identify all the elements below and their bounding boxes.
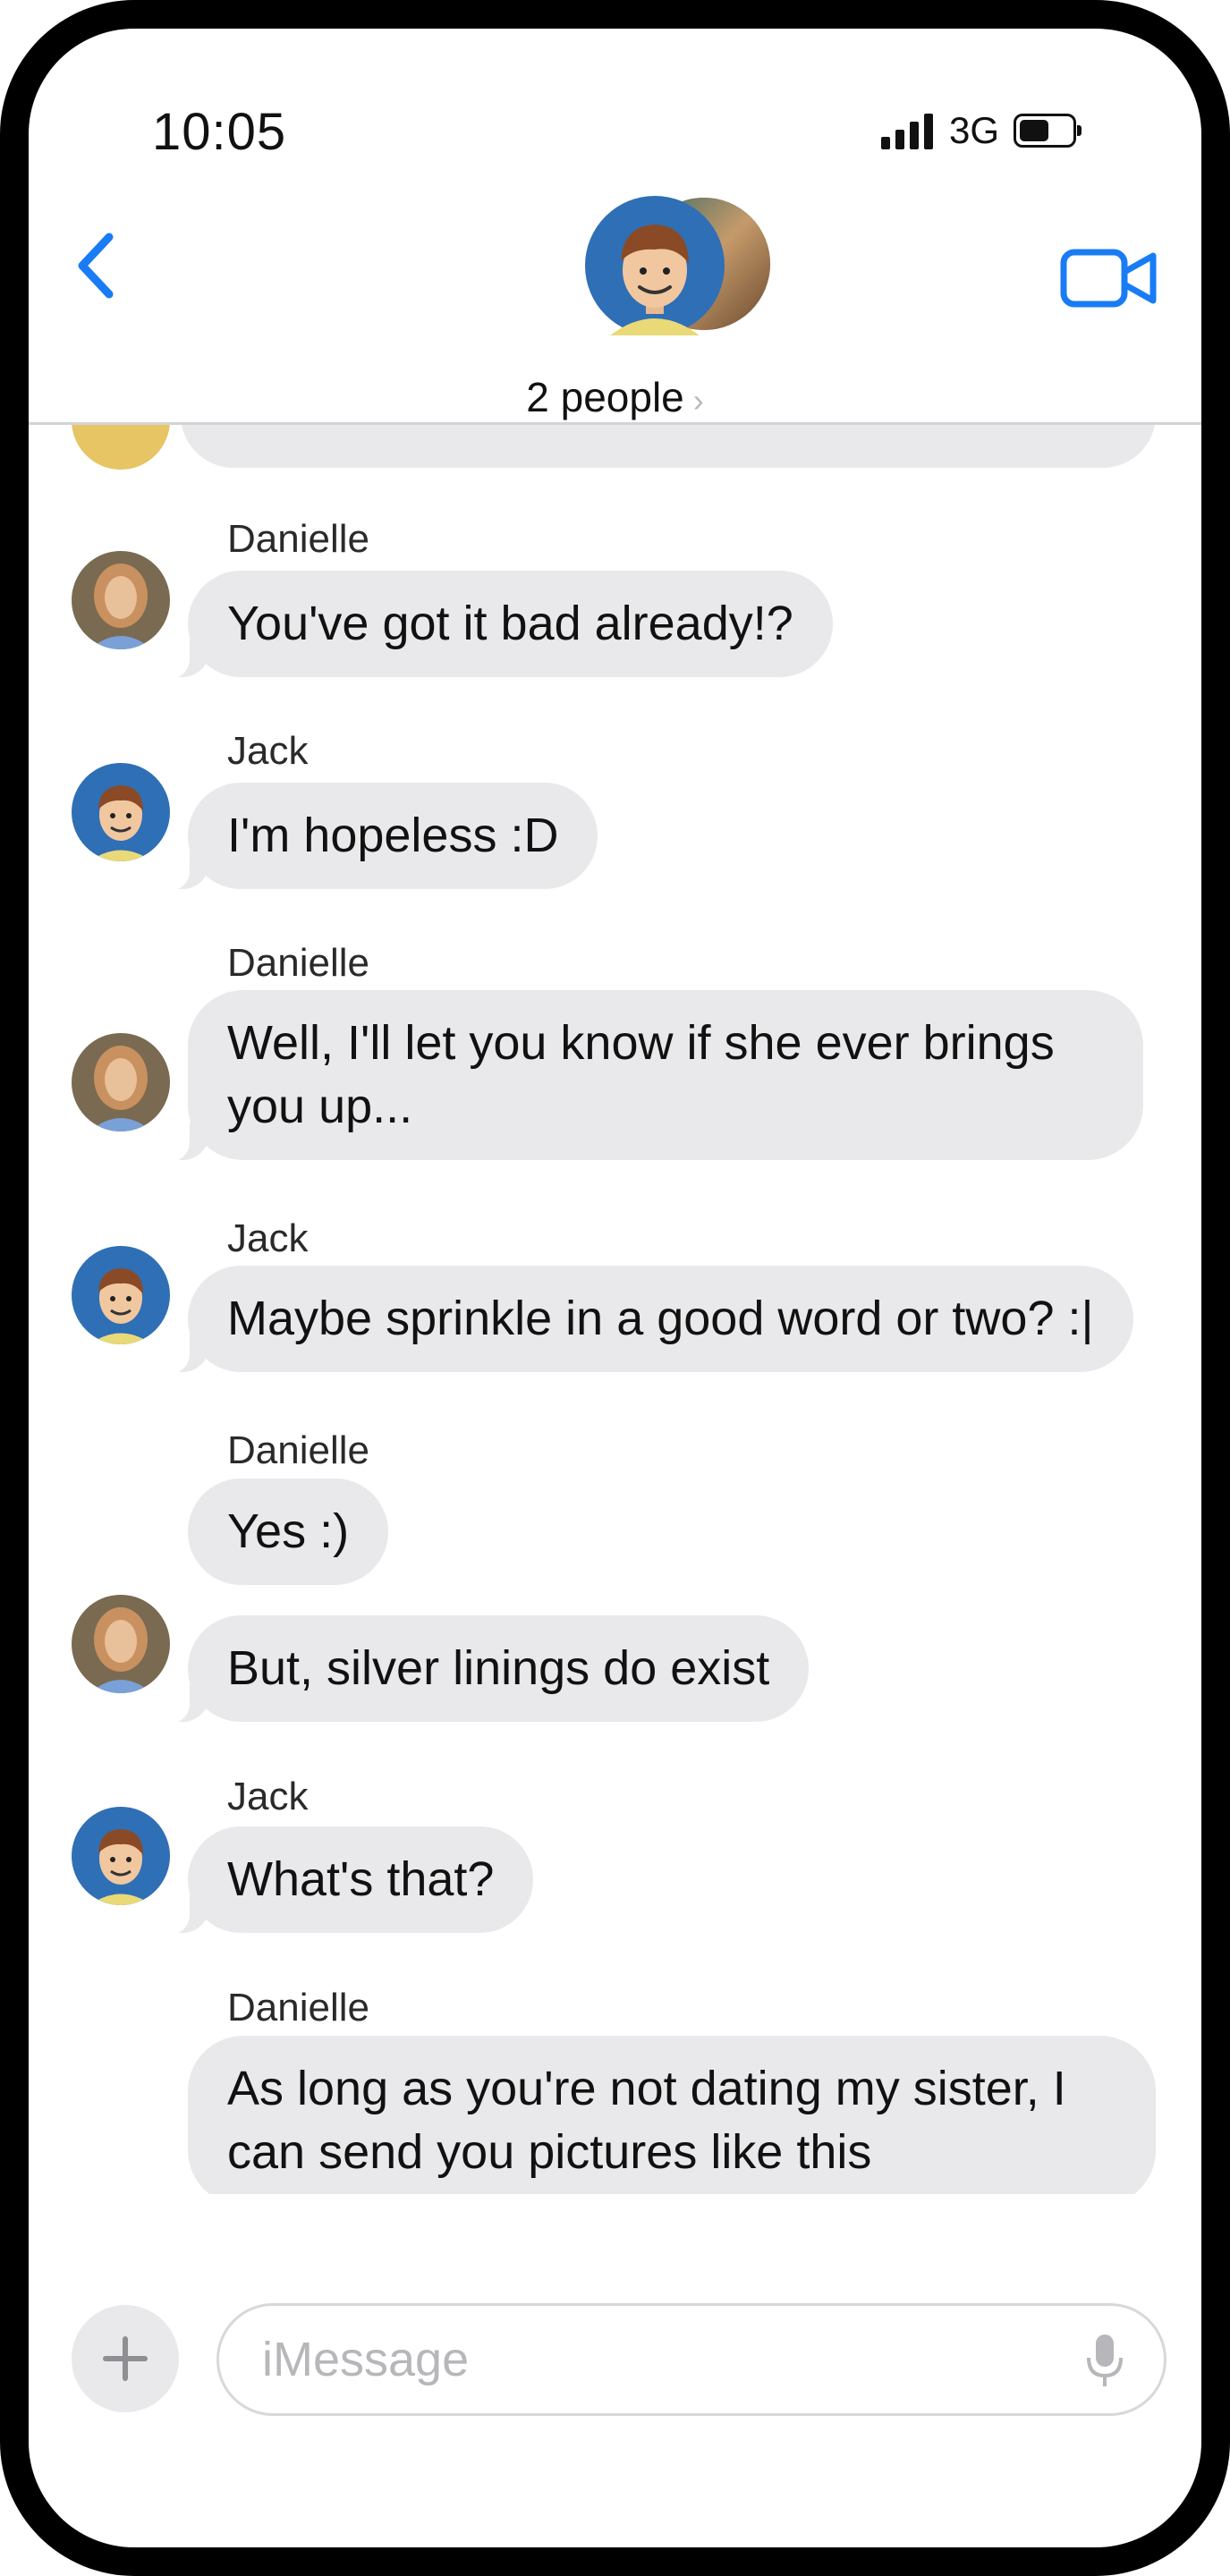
message-bubble[interactable]: You've got it bad already!? bbox=[156, 571, 833, 679]
message-bubble[interactable]: Well, I'll let you know if she ever brin… bbox=[156, 990, 1143, 1162]
avatar-jack bbox=[72, 1807, 170, 1905]
sender-name: Jack bbox=[227, 1775, 309, 1818]
microphone-icon[interactable] bbox=[1083, 2331, 1126, 2390]
signal-strength-icon bbox=[881, 112, 933, 149]
sender-name: Danielle bbox=[227, 517, 369, 561]
chevron-right-icon: › bbox=[692, 382, 704, 419]
avatar-danielle bbox=[72, 1033, 170, 1131]
sender-name: Jack bbox=[227, 729, 309, 773]
message-bubble[interactable]: I'm hopeless :D bbox=[155, 783, 598, 891]
network-label: 3G bbox=[949, 109, 1000, 151]
phone-frame: 10:05 3G 2 people › Danielle You've got … bbox=[0, 0, 1230, 2576]
sender-name: Danielle bbox=[227, 941, 369, 985]
message-input[interactable]: iMessage bbox=[216, 2303, 1166, 2416]
message-bubble[interactable]: But, silver linings do exist bbox=[155, 1615, 810, 1724]
video-camera-icon[interactable] bbox=[1060, 243, 1158, 315]
messages-screen: 10:05 3G 2 people › Danielle You've got … bbox=[29, 29, 1201, 2547]
sender-name: Danielle bbox=[227, 1986, 369, 2029]
message-list[interactable]: Danielle You've got it bad already!? Jac… bbox=[29, 425, 1201, 2194]
group-avatar[interactable] bbox=[583, 194, 771, 337]
avatar-danielle bbox=[72, 551, 170, 649]
message-bubble-partial bbox=[181, 425, 1156, 468]
plus-icon bbox=[103, 2336, 148, 2381]
avatar-jack bbox=[72, 1246, 170, 1344]
message-bubble[interactable]: Maybe sprinkle in a good word or two? :| bbox=[156, 1266, 1133, 1374]
message-input-placeholder: iMessage bbox=[262, 2333, 470, 2386]
people-count-label: 2 people bbox=[526, 374, 684, 420]
battery-icon bbox=[1014, 114, 1082, 148]
message-bubble[interactable]: Yes :) bbox=[188, 1479, 389, 1585]
conversation-title[interactable]: 2 people › bbox=[29, 373, 1201, 421]
sender-name: Danielle bbox=[227, 1428, 369, 1472]
status-time: 10:05 bbox=[152, 103, 287, 161]
chevron-left-icon[interactable] bbox=[64, 221, 127, 310]
message-bubble[interactable]: As long as you're not dating my sister, … bbox=[188, 2036, 1156, 2194]
avatar-jack bbox=[72, 763, 170, 861]
avatar-danielle bbox=[72, 1595, 170, 1693]
sender-name: Jack bbox=[227, 1216, 309, 1260]
avatar-partial bbox=[72, 425, 170, 470]
message-bubble[interactable]: What's that? bbox=[155, 1826, 534, 1935]
add-button[interactable] bbox=[72, 2305, 179, 2412]
status-icons: 3G bbox=[881, 107, 1082, 154]
